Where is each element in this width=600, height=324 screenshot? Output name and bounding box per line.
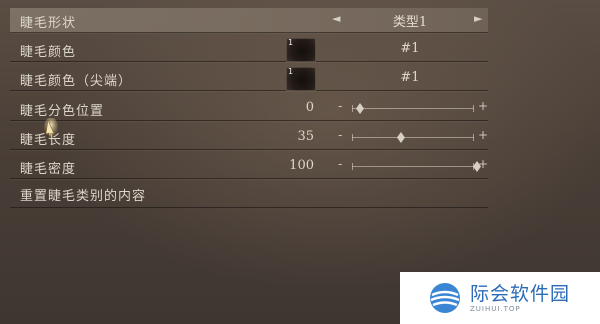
watermark-domain: ZUIHUI.TOP <box>470 305 521 313</box>
eyelash-color-label: 睫毛颜色 <box>20 45 77 60</box>
slider-decrease-button[interactable]: - <box>338 128 342 142</box>
eyelash-color-swatch[interactable]: 1 <box>286 38 316 62</box>
eyelash-length-row[interactable]: 睫毛长度 35 - + <box>10 125 488 150</box>
eyelash-tip-color-row[interactable]: 睫毛颜色（尖端） 1 #1 <box>10 66 488 91</box>
swatch-number: 1 <box>288 67 294 76</box>
eyelash-tip-color-value: #1 <box>400 70 420 85</box>
swatch-number: 1 <box>288 38 294 47</box>
eyelash-shape-value: 类型1 <box>392 15 428 30</box>
eyelash-color-position-row[interactable]: 睫毛分色位置 0 - + <box>10 96 488 121</box>
slider-thumb[interactable] <box>396 132 405 143</box>
reset-eyelash-category-button[interactable]: 重置睫毛类别的内容 <box>20 185 146 204</box>
slider-increase-button[interactable]: + <box>478 128 488 142</box>
slider-max-tick <box>473 105 474 112</box>
slider-thumb[interactable] <box>356 103 364 114</box>
eyelash-length-slider[interactable]: - + <box>338 125 488 149</box>
eyelash-density-slider[interactable]: - + <box>338 154 488 178</box>
eyelash-color-value: #1 <box>400 41 420 56</box>
slider-track[interactable] <box>352 166 474 167</box>
slider-increase-button[interactable]: + <box>478 99 488 113</box>
shape-prev-arrow-icon[interactable]: ◄ <box>332 12 340 25</box>
mouse-cursor-icon <box>44 118 58 139</box>
slider-track[interactable] <box>352 108 474 109</box>
eyelash-length-value: 35 <box>297 129 314 144</box>
watermark-name: 际会软件园 <box>470 283 571 305</box>
divider <box>10 207 488 208</box>
eyelash-density-value: 100 <box>289 158 314 173</box>
shape-next-arrow-icon[interactable]: ► <box>474 12 482 25</box>
slider-decrease-button[interactable]: - <box>338 99 342 113</box>
slider-increase-button[interactable]: + <box>478 157 488 171</box>
site-watermark: 际会软件园 ZUIHUI.TOP <box>400 272 600 324</box>
eyelash-shape-row[interactable]: 睫毛形状 ◄ 类型1 ► <box>10 8 488 33</box>
slider-decrease-button[interactable]: - <box>338 157 342 171</box>
eyelash-color-position-value: 0 <box>305 100 314 115</box>
slider-min-tick <box>352 163 353 170</box>
eyelash-density-label: 睫毛密度 <box>20 162 77 177</box>
eyelash-color-position-label: 睫毛分色位置 <box>20 104 105 119</box>
slider-track[interactable] <box>352 137 474 138</box>
eyelash-color-row[interactable]: 睫毛颜色 1 #1 <box>10 37 488 62</box>
slider-min-tick <box>352 105 353 112</box>
globe-logo-icon <box>430 283 460 313</box>
eyelash-tip-color-swatch[interactable]: 1 <box>286 67 316 91</box>
eyelash-density-row[interactable]: 睫毛密度 100 - + <box>10 154 488 179</box>
eyelash-tip-color-label: 睫毛颜色（尖端） <box>20 74 133 89</box>
eyelash-shape-label: 睫毛形状 <box>20 16 77 31</box>
slider-min-tick <box>352 134 353 141</box>
slider-max-tick <box>473 134 474 141</box>
eyelash-color-position-slider[interactable]: - + <box>338 96 488 120</box>
